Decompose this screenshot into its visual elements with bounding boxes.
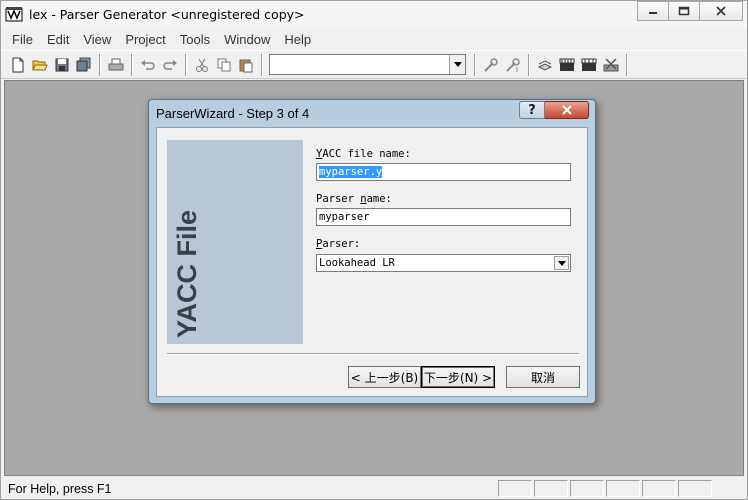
toolbar-combo[interactable]	[269, 54, 466, 75]
restore-button[interactable]	[668, 1, 700, 21]
status-pane	[642, 480, 676, 497]
cancel-button[interactable]: 取消	[506, 366, 580, 388]
save-all-button[interactable]	[73, 54, 95, 76]
window-title: lex - Parser Generator <unregistered cop…	[29, 7, 305, 22]
parser-select-value: Lookahead LR	[319, 257, 395, 269]
parser-select[interactable]: Lookahead LR	[316, 254, 571, 272]
parser-label: Parser:	[316, 238, 361, 250]
dialog-help-button[interactable]: ?	[519, 101, 545, 119]
yacc-file-input[interactable]: myparser.y	[316, 163, 571, 181]
toolbar-separator	[131, 53, 133, 76]
yacc-file-value: myparser.y	[319, 166, 383, 178]
save-all-icon	[76, 57, 91, 71]
dialog-close-button[interactable]	[545, 101, 589, 119]
redo-icon	[163, 59, 177, 70]
new-file-icon	[12, 57, 24, 72]
paste-icon	[239, 59, 253, 72]
close-button[interactable]	[699, 1, 743, 21]
status-pane	[534, 480, 568, 497]
side-panel-text-wrap: YACC File	[172, 148, 203, 338]
restore-icon	[678, 6, 690, 16]
build-button[interactable]	[480, 54, 502, 76]
close-icon	[716, 6, 726, 16]
toolbar-separator	[185, 53, 187, 76]
copy-icon	[217, 58, 231, 71]
cut-icon	[196, 58, 208, 72]
toolbar-separator	[261, 53, 263, 76]
toolbar-combo-arrow[interactable]	[449, 55, 465, 74]
dialog-caption-buttons: ?	[519, 101, 589, 119]
menu-bar: File Edit View Project Tools Window Help	[1, 29, 747, 49]
wizard-side-panel: YACC File	[167, 140, 303, 344]
new-button[interactable]	[7, 54, 29, 76]
dialog-divider	[167, 353, 579, 355]
parser-wizard-dialog: ParserWizard - Step 3 of 4 ? YACC File Y…	[148, 99, 596, 404]
rebuild-icon	[506, 57, 520, 72]
save-button[interactable]	[51, 54, 73, 76]
back-button[interactable]: < 上一步(B)	[348, 366, 421, 388]
stop-build-icon	[603, 57, 619, 71]
caption-buttons	[637, 1, 743, 21]
parser-name-value: myparser	[319, 211, 370, 223]
open-button[interactable]	[29, 54, 51, 76]
paste-button[interactable]	[235, 54, 257, 76]
toolbar-separator	[626, 53, 628, 76]
status-pane	[678, 480, 712, 497]
save-icon	[55, 58, 69, 71]
status-pane	[606, 480, 640, 497]
menu-window[interactable]: Window	[217, 32, 277, 47]
status-bar: For Help, press F1	[1, 478, 747, 499]
compile-button[interactable]	[534, 54, 556, 76]
title-bar: lex - Parser Generator <unregistered cop…	[1, 1, 747, 28]
toolbar-separator	[528, 53, 530, 76]
parser-name-input[interactable]: myparser	[316, 208, 571, 226]
rebuild-button[interactable]	[502, 54, 524, 76]
chevron-down-icon	[453, 62, 462, 67]
minimize-icon	[649, 12, 657, 14]
clapper-icon	[559, 58, 575, 71]
menu-view[interactable]: View	[76, 32, 118, 47]
menu-file[interactable]: File	[5, 32, 40, 47]
next-button[interactable]: 下一步(N) >	[421, 366, 495, 388]
undo-icon	[141, 59, 155, 70]
toolbar-separator	[474, 53, 476, 76]
status-pane	[498, 480, 532, 497]
compile-icon	[537, 59, 553, 71]
menu-tools[interactable]: Tools	[173, 32, 217, 47]
dialog-title: ParserWizard - Step 3 of 4	[156, 105, 310, 121]
app-icon	[5, 6, 23, 21]
side-panel-text: YACC File	[172, 209, 202, 338]
print-button[interactable]	[105, 54, 127, 76]
chevron-down-icon	[557, 260, 566, 266]
copy-button[interactable]	[213, 54, 235, 76]
menu-project[interactable]: Project	[118, 32, 172, 47]
menu-edit[interactable]: Edit	[40, 32, 76, 47]
undo-button[interactable]	[137, 54, 159, 76]
build-icon	[484, 57, 498, 72]
print-icon	[108, 58, 124, 70]
close-icon	[561, 105, 572, 115]
run-button[interactable]	[556, 54, 578, 76]
minimize-button[interactable]	[637, 1, 669, 21]
clapper-alt-icon	[581, 58, 597, 71]
open-folder-icon	[32, 60, 48, 70]
status-pane	[570, 480, 604, 497]
parser-name-label: Parser name:	[316, 193, 392, 205]
redo-button[interactable]	[159, 54, 181, 76]
status-text: For Help, press F1	[8, 481, 112, 496]
cut-button[interactable]	[191, 54, 213, 76]
debug-button[interactable]	[578, 54, 600, 76]
parser-select-arrow[interactable]	[554, 256, 569, 270]
toolbar	[1, 50, 747, 79]
toolbar-separator	[99, 53, 101, 76]
help-icon: ?	[528, 102, 536, 118]
menu-help[interactable]: Help	[277, 32, 318, 47]
stop-button[interactable]	[600, 54, 622, 76]
yacc-file-label: YACC file name:	[316, 148, 411, 160]
dialog-body: YACC File YACC file name: myparser.y Par…	[156, 127, 588, 397]
